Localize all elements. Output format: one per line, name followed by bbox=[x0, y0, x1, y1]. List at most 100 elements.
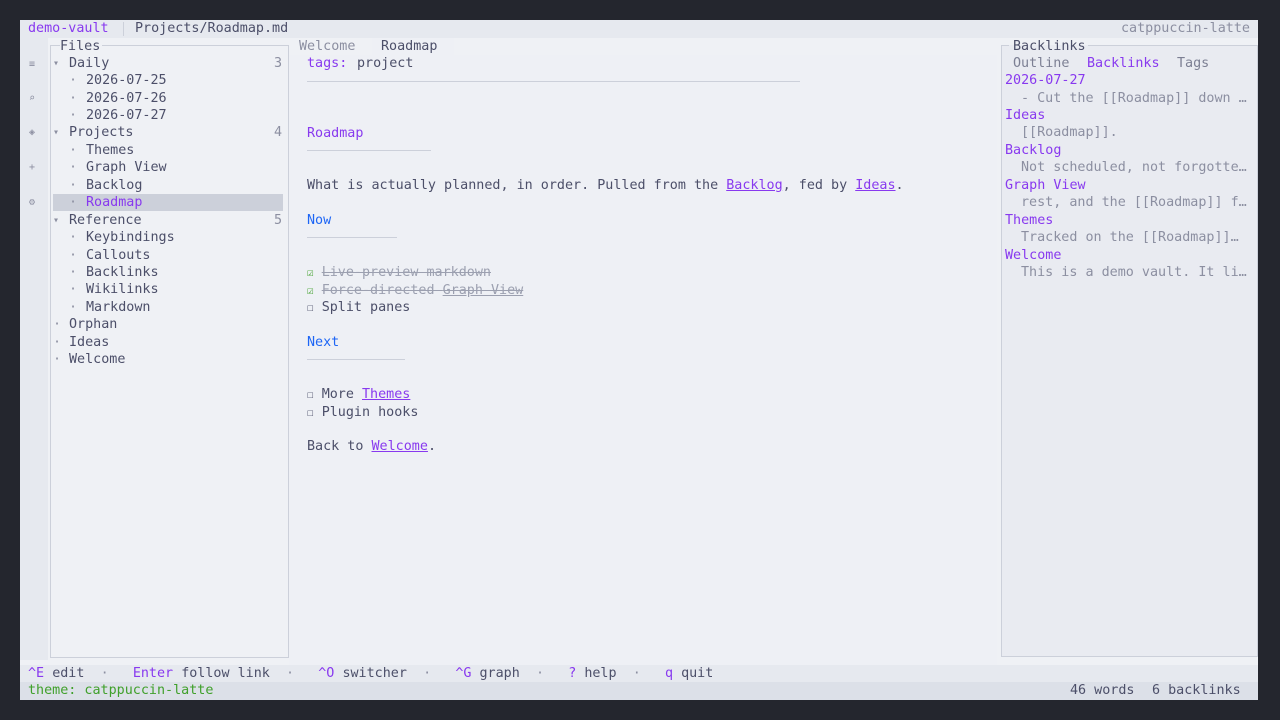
tree-item-label[interactable]: Callouts bbox=[86, 247, 151, 264]
activity-rail: ≡ ⌕ ◈ + ⚙ bbox=[20, 38, 48, 660]
vault-name[interactable]: demo-vault bbox=[28, 20, 109, 37]
intro-text: . bbox=[895, 178, 904, 193]
title-divider bbox=[123, 22, 124, 36]
editor-pane[interactable] bbox=[289, 55, 997, 665]
new-note-icon[interactable]: + bbox=[20, 159, 44, 176]
status-backlinks: 6 backlinks bbox=[1152, 683, 1241, 698]
bullet-icon: · bbox=[69, 248, 78, 263]
files-panel-border bbox=[50, 45, 60, 46]
tab-outline[interactable]: Outline bbox=[1013, 55, 1069, 72]
bullet-icon: · bbox=[69, 265, 78, 280]
hint-list: ^E edit · Enter follow link · ^O switche… bbox=[28, 665, 713, 682]
hint-key: ^E bbox=[28, 666, 45, 681]
frontmatter-key: tags: bbox=[307, 56, 348, 71]
status-theme: theme: catppuccin-latte bbox=[28, 683, 214, 698]
tree-item-label[interactable]: 2026-07-26 bbox=[86, 90, 167, 107]
task-item: ☐ Split panes bbox=[307, 299, 410, 316]
task-text: More bbox=[321, 387, 362, 402]
back-text: Back to bbox=[307, 439, 372, 454]
backlinks-panel-border bbox=[1001, 45, 1009, 46]
section-heading-next: Next bbox=[307, 335, 340, 350]
backlink-snippet: Not scheduled, not forgotte… bbox=[1021, 160, 1247, 175]
chevron-down-icon[interactable]: ▾ bbox=[53, 124, 59, 141]
folder-label[interactable]: Projects bbox=[69, 124, 134, 141]
task-text: Live-preview markdown bbox=[321, 265, 491, 280]
checkbox-icon[interactable]: ☐ bbox=[307, 301, 314, 314]
backlink-source[interactable]: Themes bbox=[1005, 212, 1053, 229]
backlinks-panel-border bbox=[1088, 45, 1257, 46]
note-heading: Roadmap bbox=[307, 126, 364, 141]
tab-welcome[interactable]: Welcome bbox=[299, 38, 355, 55]
hint-label: help bbox=[584, 666, 617, 681]
backlink-source[interactable]: 2026-07-27 bbox=[1005, 72, 1086, 89]
graph-icon[interactable]: ◈ bbox=[20, 124, 44, 141]
heading-rule bbox=[307, 150, 431, 151]
tree-item-label[interactable]: Graph View bbox=[86, 159, 167, 176]
backlink-source[interactable]: Backlog bbox=[1005, 142, 1061, 159]
task-item: ☑ Force-directed Graph View bbox=[307, 282, 523, 299]
backlink-snippet: - Cut the [[Roadmap]] down … bbox=[1021, 91, 1247, 106]
task-item: ☐ Plugin hooks bbox=[307, 404, 418, 421]
file-path: Projects/Roadmap.md bbox=[135, 21, 289, 36]
hint-label: quit bbox=[681, 666, 714, 681]
link-themes[interactable]: Themes bbox=[362, 387, 410, 402]
backlink-source[interactable]: Welcome bbox=[1005, 247, 1061, 264]
link-backlog[interactable]: Backlog bbox=[726, 178, 782, 193]
bullet-icon: · bbox=[53, 352, 62, 367]
bullet-icon: · bbox=[69, 282, 78, 297]
bullet-icon: · bbox=[69, 195, 78, 210]
app-window: demo-vault Projects/Roadmap.md catppucci… bbox=[20, 20, 1258, 700]
bullet-icon: · bbox=[53, 317, 62, 332]
hint-key: ? bbox=[568, 666, 577, 681]
backlink-source[interactable]: Ideas bbox=[1005, 107, 1045, 124]
folder-label[interactable]: Daily bbox=[69, 55, 109, 72]
tab-tags[interactable]: Tags bbox=[1177, 55, 1209, 72]
hint-key: ^G bbox=[455, 666, 472, 681]
files-panel-title: Files bbox=[60, 39, 101, 54]
folder-label[interactable]: Reference bbox=[69, 212, 142, 229]
tree-item-label[interactable]: 2026-07-27 bbox=[86, 107, 167, 124]
tree-item-label[interactable]: Orphan bbox=[69, 316, 117, 333]
chevron-down-icon[interactable]: ▾ bbox=[53, 212, 59, 229]
frontmatter-value: project bbox=[357, 56, 414, 71]
tree-item-label[interactable]: 2026-07-25 bbox=[86, 72, 167, 89]
tree-item-label[interactable]: Keybindings bbox=[86, 229, 175, 246]
task-item: ☑ Live-preview markdown bbox=[307, 264, 491, 281]
hint-separator: · bbox=[286, 666, 295, 681]
tree-item-label[interactable]: Roadmap bbox=[86, 194, 142, 211]
tree-item-label[interactable]: Themes bbox=[86, 142, 134, 159]
bullet-icon: · bbox=[69, 178, 78, 193]
hint-key: q bbox=[664, 666, 673, 681]
tree-item-label[interactable]: Markdown bbox=[86, 299, 151, 316]
hint-key: ^O bbox=[318, 666, 335, 681]
back-text: . bbox=[427, 439, 436, 454]
link-ideas[interactable]: Ideas bbox=[855, 178, 895, 193]
heading-rule bbox=[307, 237, 397, 238]
backlink-snippet: rest, and the [[Roadmap]] f… bbox=[1021, 195, 1247, 210]
link-welcome[interactable]: Welcome bbox=[372, 439, 428, 454]
bullet-icon: · bbox=[69, 143, 78, 158]
hint-separator: · bbox=[423, 666, 432, 681]
chevron-down-icon[interactable]: ▾ bbox=[53, 55, 59, 72]
checkbox-icon[interactable]: ☐ bbox=[307, 406, 314, 419]
hint-key: Enter bbox=[132, 666, 174, 681]
settings-icon[interactable]: ⚙ bbox=[20, 194, 44, 211]
tab-roadmap[interactable]: Roadmap bbox=[381, 38, 437, 55]
tree-item-label[interactable]: Backlinks bbox=[86, 264, 159, 281]
checkbox-icon[interactable]: ☐ bbox=[307, 388, 314, 401]
tree-item-label[interactable]: Ideas bbox=[69, 334, 109, 351]
search-icon[interactable]: ⌕ bbox=[20, 90, 44, 107]
checkbox-checked-icon[interactable]: ☑ bbox=[307, 266, 314, 279]
tree-item-label[interactable]: Wikilinks bbox=[86, 281, 159, 298]
tab-backlinks[interactable]: Backlinks bbox=[1087, 55, 1160, 72]
tree-item-label[interactable]: Welcome bbox=[69, 351, 125, 368]
tree-item-label[interactable]: Backlog bbox=[86, 177, 142, 194]
bullet-icon: · bbox=[69, 160, 78, 175]
bullet-icon: · bbox=[69, 73, 78, 88]
intro-text: What is actually planned, in order. Pull… bbox=[307, 178, 727, 193]
files-icon[interactable]: ≡ bbox=[20, 56, 44, 73]
link-graph-view[interactable]: Graph View bbox=[443, 283, 524, 298]
intro-paragraph: What is actually planned, in order. Pull… bbox=[307, 177, 904, 194]
checkbox-checked-icon[interactable]: ☑ bbox=[307, 284, 314, 297]
backlink-source[interactable]: Graph View bbox=[1005, 177, 1086, 194]
